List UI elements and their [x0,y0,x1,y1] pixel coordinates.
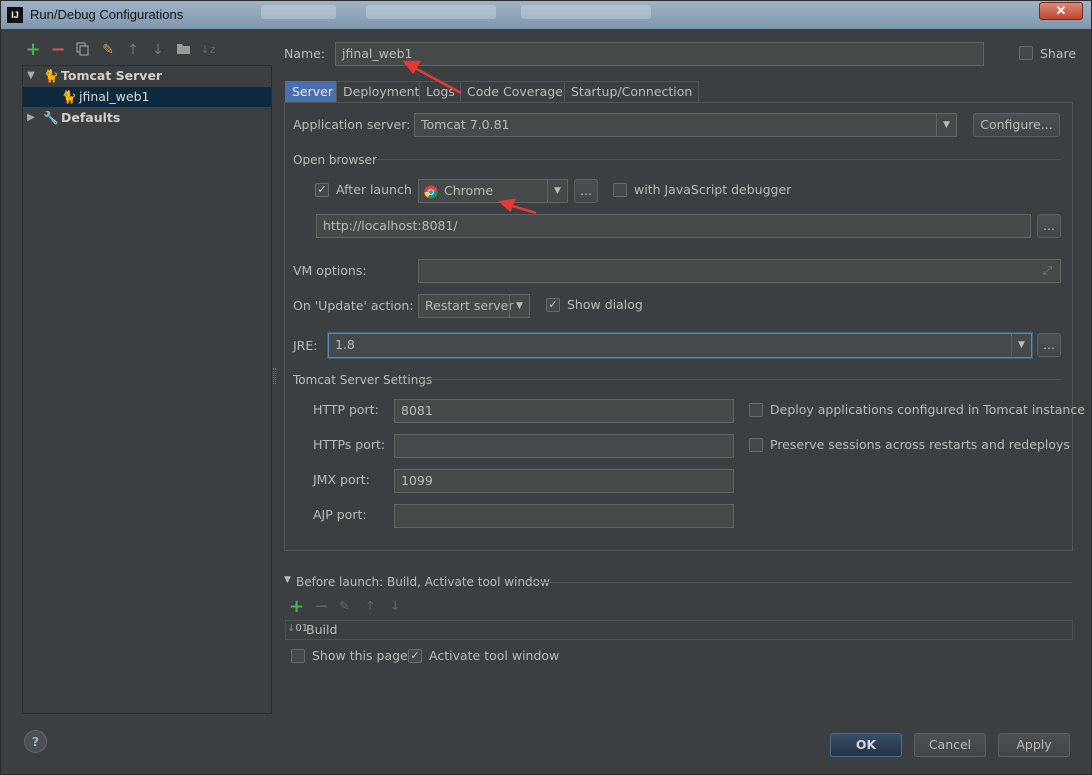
annotation-arrow-browser [508,203,537,215]
annotation-arrowhead-browser [498,198,516,213]
annotation-arrows [402,60,537,215]
annotation-arrow-name [412,65,462,95]
run-debug-dialog: IJ Run/Debug Configurations ✕ + − ✎ ↑ ↓ … [0,0,1092,775]
